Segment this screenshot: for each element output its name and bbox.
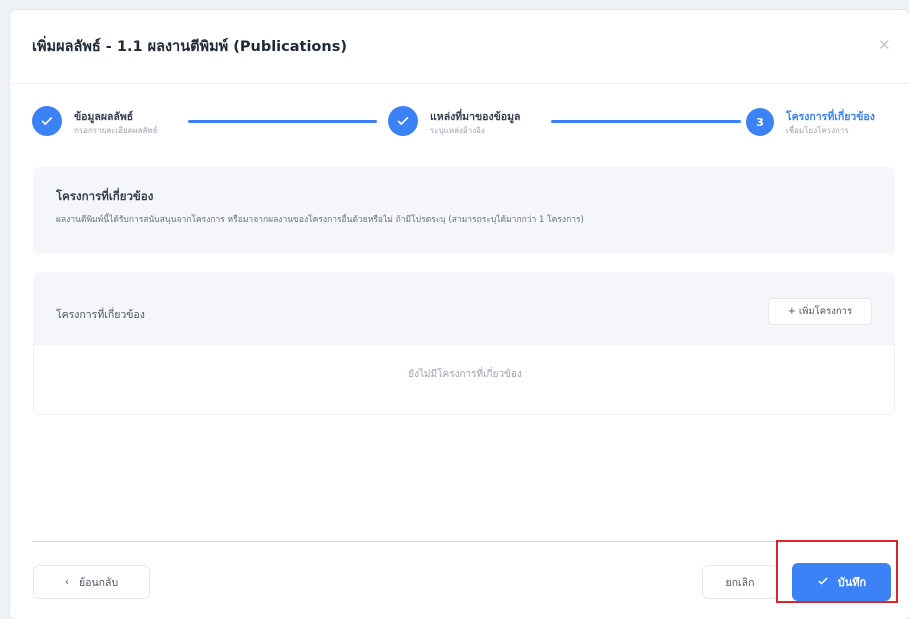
related-projects-panel: โครงการที่เกี่ยวข้อง + เพิ่มโครงการ ยังไ…	[33, 272, 895, 415]
step-connector-2	[551, 120, 741, 123]
projects-header: โครงการที่เกี่ยวข้อง	[56, 309, 145, 321]
step-3-number: 3	[746, 108, 774, 136]
check-icon	[817, 575, 829, 590]
back-button-label: ย้อนกลับ	[79, 576, 119, 589]
cancel-button[interactable]: ยกเลิก	[702, 565, 778, 599]
add-result-modal: เพิ่มผลลัพธ์ - 1.1 ผลงานตีพิมพ์ (Publica…	[10, 10, 909, 619]
info-description: ผลงานตีพิมพ์นี้ได้รับการสนับสนุนจากโครงก…	[56, 215, 584, 225]
empty-state-text: ยังไม่มีโครงการที่เกี่ยวข้อง	[408, 369, 522, 380]
modal-title: เพิ่มผลลัพธ์ - 1.1 ผลงานตีพิมพ์ (Publica…	[32, 39, 347, 55]
step-2-title: แหล่งที่มาของข้อมูล	[430, 111, 521, 123]
step-3-subtitle: เชื่อมโยงโครงการ	[786, 126, 849, 135]
step-3-title: โครงการที่เกี่ยวข้อง	[786, 111, 875, 123]
footer-divider	[32, 541, 895, 542]
step-1-subtitle: กรอกรายละเอียดผลลัพธ์	[74, 126, 158, 135]
save-button[interactable]: บันทึก	[792, 563, 891, 601]
step-2-subtitle: ระบุแหล่งอ้างอิง	[430, 126, 485, 135]
step-1-check-icon	[32, 106, 62, 136]
projects-list: ยังไม่มีโครงการที่เกี่ยวข้อง	[33, 344, 895, 415]
step-connector-1	[188, 120, 377, 123]
save-button-label: บันทึก	[837, 576, 867, 589]
close-icon[interactable]: ✕	[878, 38, 891, 53]
chevron-left-icon: ‹	[64, 576, 70, 588]
add-project-button[interactable]: + เพิ่มโครงการ	[768, 298, 872, 325]
info-title: โครงการที่เกี่ยวข้อง	[56, 189, 154, 203]
back-button[interactable]: ‹ ย้อนกลับ	[33, 565, 150, 599]
step-1-title: ข้อมูลผลลัพธ์	[74, 111, 134, 123]
step-2-check-icon	[388, 106, 418, 136]
header-divider	[10, 83, 909, 84]
related-projects-info: โครงการที่เกี่ยวข้อง ผลงานตีพิมพ์นี้ได้ร…	[33, 167, 895, 254]
